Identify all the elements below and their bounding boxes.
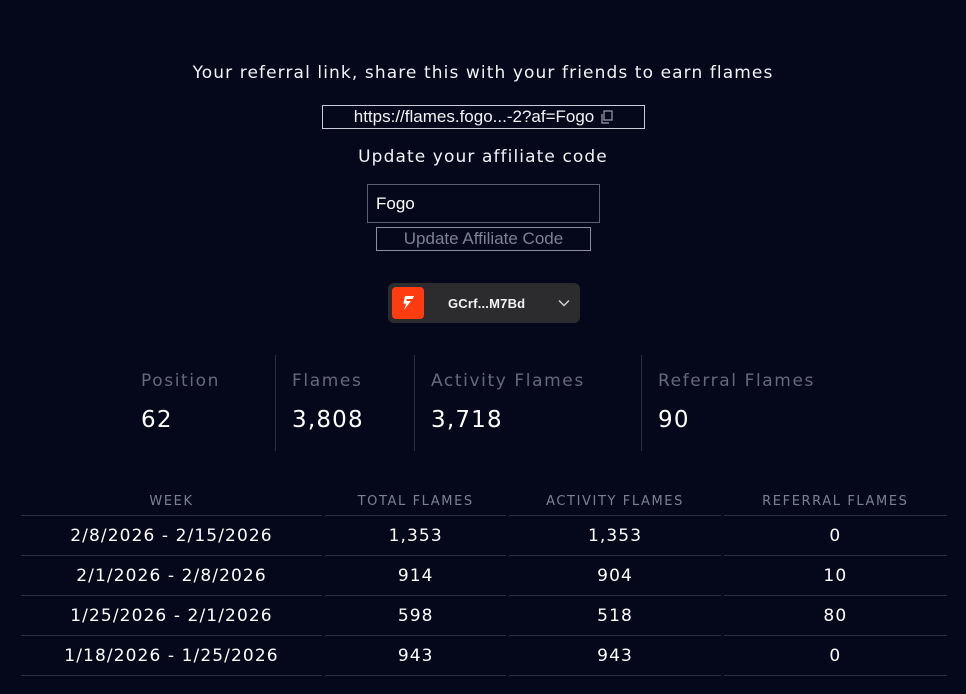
total-flames-cell: 943 <box>324 636 507 676</box>
flames-label: Flames <box>292 371 363 391</box>
total-flames-cell: 914 <box>324 556 507 596</box>
activity-flames-label: Activity Flames <box>431 371 585 391</box>
week-cell: 1/25/2026 - 2/1/2026 <box>21 596 322 636</box>
referral-flames-cell: 80 <box>723 596 947 636</box>
stats-panel: Position 62 Flames 3,808 Activity Flames… <box>0 355 966 451</box>
referral-flames-cell: 0 <box>723 516 947 556</box>
affiliate-code-input[interactable] <box>367 184 600 223</box>
position-label: Position <box>141 371 220 391</box>
weekly-flames-table: WEEK TOTAL FLAMES ACTIVITY FLAMES REFERR… <box>18 488 950 676</box>
activity-flames-cell: 1,353 <box>509 516 721 556</box>
stat-divider <box>641 355 642 451</box>
table-header-row: WEEK TOTAL FLAMES ACTIVITY FLAMES REFERR… <box>21 488 947 516</box>
stat-divider <box>275 355 276 451</box>
total-flames-cell: 1,353 <box>324 516 507 556</box>
table-row: 1/18/2026 - 1/25/2026 943 943 0 <box>21 636 947 676</box>
total-flames-cell: 598 <box>324 596 507 636</box>
column-header-activity-flames: ACTIVITY FLAMES <box>509 488 721 516</box>
table-row: 2/8/2026 - 2/15/2026 1,353 1,353 0 <box>21 516 947 556</box>
flames-value: 3,808 <box>292 407 364 433</box>
week-cell: 2/8/2026 - 2/15/2026 <box>21 516 322 556</box>
chevron-down-icon <box>558 299 570 307</box>
referral-heading: Your referral link, share this with your… <box>192 63 774 83</box>
referral-flames-cell: 0 <box>723 636 947 676</box>
position-value: 62 <box>141 407 173 433</box>
referral-flames-label: Referral Flames <box>658 371 815 391</box>
copy-icon[interactable] <box>600 110 613 124</box>
wallet-selector[interactable]: GCrf...M7Bd <box>388 283 580 323</box>
fogo-flame-logo-icon <box>392 287 424 319</box>
stat-divider <box>414 355 415 451</box>
activity-flames-cell: 904 <box>509 556 721 596</box>
table-row: 2/1/2026 - 2/8/2026 914 904 10 <box>21 556 947 596</box>
referral-flames-value: 90 <box>658 407 690 433</box>
week-cell: 1/18/2026 - 1/25/2026 <box>21 636 322 676</box>
wallet-address: GCrf...M7Bd <box>448 295 526 311</box>
column-header-week: WEEK <box>21 488 322 516</box>
referral-link-copy-button[interactable]: https://flames.fogo...-2?af=Fogo <box>322 105 645 129</box>
activity-flames-cell: 518 <box>509 596 721 636</box>
table-row: 1/25/2026 - 2/1/2026 598 518 80 <box>21 596 947 636</box>
update-affiliate-code-button[interactable]: Update Affiliate Code <box>376 227 591 251</box>
column-header-total-flames: TOTAL FLAMES <box>324 488 507 516</box>
affiliate-heading: Update your affiliate code <box>358 147 608 167</box>
activity-flames-cell: 943 <box>509 636 721 676</box>
week-cell: 2/1/2026 - 2/8/2026 <box>21 556 322 596</box>
referral-link-text: https://flames.fogo...-2?af=Fogo <box>353 107 595 126</box>
flames-dashboard: Your referral link, share this with your… <box>0 0 966 694</box>
activity-flames-value: 3,718 <box>431 407 503 433</box>
referral-flames-cell: 10 <box>723 556 947 596</box>
column-header-referral-flames: REFERRAL FLAMES <box>723 488 947 516</box>
